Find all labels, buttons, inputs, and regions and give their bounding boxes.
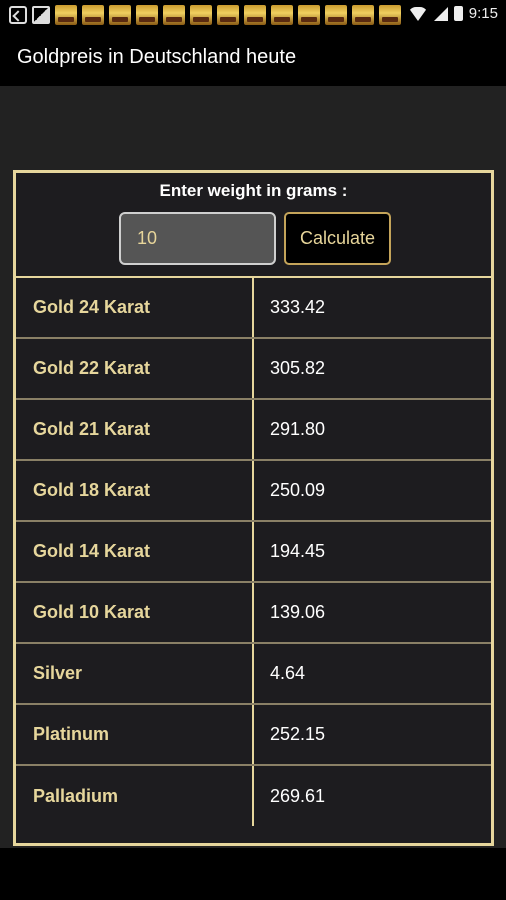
metal-price: 250.09 — [253, 460, 491, 522]
status-bar-right: 9:15 — [407, 5, 498, 22]
gold-notification-icon — [217, 5, 239, 25]
table-row: Gold 14 Karat 194.45 — [16, 521, 491, 583]
table-row: Platinum 252.15 — [16, 704, 491, 766]
metal-name: Platinum — [16, 704, 254, 766]
table-row: Silver 4.64 — [16, 643, 491, 705]
metal-price: 4.64 — [253, 643, 491, 705]
main-content: Enter weight in grams : Calculate Gold 2… — [0, 86, 506, 848]
gold-notification-icon — [271, 5, 293, 25]
weight-label: Enter weight in grams : — [159, 181, 348, 200]
calculate-button[interactable]: Calculate — [284, 212, 391, 265]
metal-name: Gold 18 Karat — [16, 460, 254, 522]
metal-price: 252.15 — [253, 704, 491, 766]
signal-icon — [433, 6, 448, 21]
weight-input[interactable] — [119, 212, 276, 265]
table-row: Gold 24 Karat 333.42 — [16, 277, 491, 339]
price-table: Gold 24 Karat 333.42 Gold 22 Karat 305.8… — [16, 276, 491, 826]
wifi-icon — [407, 6, 428, 21]
metal-name: Gold 14 Karat — [16, 521, 254, 583]
metal-price: 139.06 — [253, 582, 491, 644]
gold-notification-icon — [82, 5, 104, 25]
gold-notification-icon — [379, 5, 401, 25]
gold-notification-icon — [325, 5, 347, 25]
gold-notification-icon — [163, 5, 185, 25]
metal-name: Gold 21 Karat — [16, 399, 254, 461]
metal-name: Gold 10 Karat — [16, 582, 254, 644]
table-row: Gold 22 Karat 305.82 — [16, 338, 491, 400]
metal-price: 269.61 — [270, 785, 326, 806]
metal-price: 291.80 — [253, 399, 491, 461]
app-title: Goldpreis in Deutschland heute — [17, 46, 297, 68]
metal-name: Gold 22 Karat — [16, 338, 254, 400]
battery-icon — [453, 6, 463, 21]
gold-notification-icon — [55, 5, 77, 25]
gold-notification-icon — [109, 5, 131, 25]
gold-notification-icon — [352, 5, 374, 25]
price-panel: Enter weight in grams : Calculate Gold 2… — [13, 170, 494, 846]
gold-notification-icon — [190, 5, 212, 25]
gold-notification-icon — [298, 5, 320, 25]
table-row: Palladium 269.61 — [16, 765, 491, 826]
metal-name: Palladium — [16, 765, 254, 826]
weight-form: Enter weight in grams : Calculate — [16, 173, 491, 276]
table-row: Gold 10 Karat 139.06 — [16, 582, 491, 644]
gold-notification-icon — [136, 5, 158, 25]
image-icon — [32, 6, 50, 24]
metal-name: Gold 24 Karat — [16, 277, 254, 339]
table-row: Gold 21 Karat 291.80 — [16, 399, 491, 461]
app-bar: Goldpreis in Deutschland heute — [0, 30, 506, 86]
back-arrow-icon — [9, 6, 27, 24]
metal-price: 305.82 — [253, 338, 491, 400]
metal-price: 333.42 — [253, 277, 491, 339]
status-bar: 9:15 — [0, 0, 506, 30]
gold-notification-icon — [244, 5, 266, 25]
status-time: 9:15 — [468, 5, 498, 22]
metal-price: 194.45 — [253, 521, 491, 583]
table-row: Gold 18 Karat 250.09 — [16, 460, 491, 522]
bottom-bar — [0, 848, 506, 900]
metal-name: Silver — [16, 643, 254, 705]
status-bar-left — [9, 5, 401, 25]
